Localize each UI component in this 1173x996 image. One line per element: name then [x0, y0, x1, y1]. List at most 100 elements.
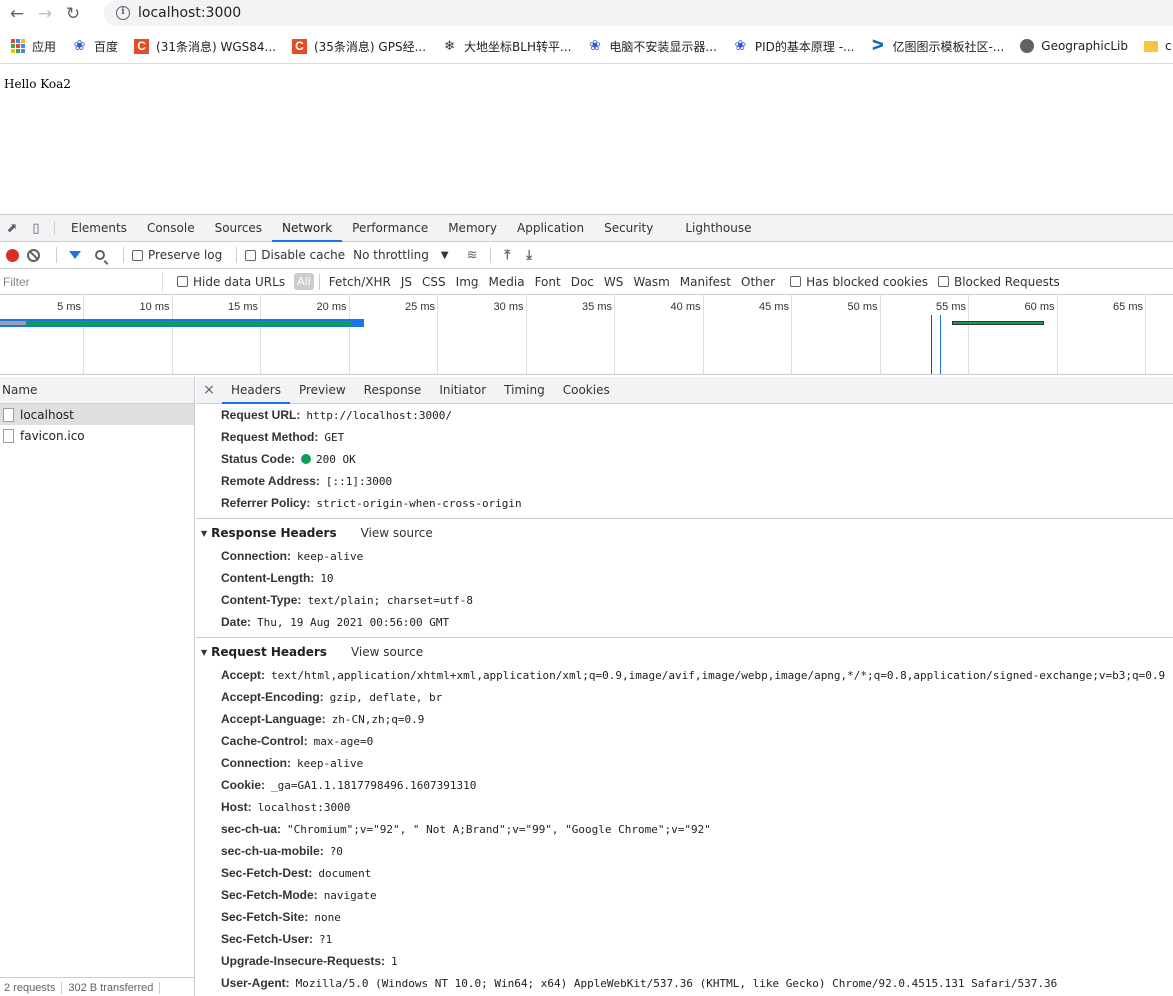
tab-memory[interactable]: Memory — [438, 215, 507, 241]
view-source-link[interactable]: View source — [361, 526, 433, 540]
triangle-down-icon: ▼ — [201, 528, 208, 538]
header-row: User-Agent: Mozilla/5.0 (Windows NT 10.0;… — [196, 972, 1173, 994]
type-filter-wasm[interactable]: Wasm — [629, 274, 673, 290]
baidu-paw-icon: ❀ — [73, 38, 86, 54]
timeline-tick-label: 45 ms — [759, 301, 789, 313]
csdn-c-icon: C — [134, 38, 150, 54]
tab-performance[interactable]: Performance — [342, 215, 438, 241]
tab-application[interactable]: Application — [507, 215, 594, 241]
device-toolbar-icon[interactable]: ▯ — [24, 215, 48, 241]
disable-cache-checkbox[interactable]: Disable cache — [243, 248, 345, 262]
tab-lighthouse[interactable]: Lighthouse — [675, 215, 761, 241]
throttling-select[interactable]: No throttling ▼ — [353, 248, 448, 262]
type-filter-other[interactable]: Other — [737, 274, 779, 290]
network-conditions-icon[interactable]: ≋ — [467, 248, 478, 263]
tab-elements[interactable]: Elements — [61, 215, 137, 241]
bookmark-baidu[interactable]: ❀ 百度 — [72, 38, 118, 55]
reload-icon[interactable]: ↻ — [62, 3, 84, 25]
site-info-icon[interactable]: i — [116, 6, 130, 20]
type-filter-ws[interactable]: WS — [600, 274, 627, 290]
blocked-requests-checkbox[interactable]: Blocked Requests — [936, 275, 1060, 289]
has-blocked-cookies-checkbox[interactable]: Has blocked cookies — [788, 275, 928, 289]
header-name: Connection: — [221, 549, 291, 563]
bookmark-apps[interactable]: 应用 — [10, 38, 56, 55]
tab-initiator[interactable]: Initiator — [430, 377, 495, 403]
bookmark-yitu[interactable]: ᐳ 亿图图示模板社区-... — [870, 38, 1005, 55]
response-header-rows: Connection: keep-alive Content-Length: 10 Co… — [196, 545, 1173, 633]
bookmark-pid[interactable]: ❀ PID的基本原理 -... — [733, 38, 855, 55]
document-icon — [3, 428, 14, 443]
type-filter-img[interactable]: Img — [452, 274, 483, 290]
toolbar-divider — [123, 247, 124, 263]
type-filter-font[interactable]: Font — [531, 274, 565, 290]
checkbox-box[interactable] — [937, 276, 949, 287]
close-icon[interactable]: × — [196, 377, 222, 403]
bookmark-csdn-gps[interactable]: C (35条消息) GPS经... — [291, 38, 426, 55]
header-row: Accept: text/html,application/xhtml+xml,a… — [196, 664, 1173, 686]
type-filter-manifest[interactable]: Manifest — [676, 274, 735, 290]
general-section: Request URL: http://localhost:3000/ Requ… — [196, 404, 1173, 519]
checkbox-box[interactable] — [790, 276, 802, 287]
type-filter-js[interactable]: JS — [397, 274, 416, 290]
export-har-icon[interactable]: ⤓ — [526, 248, 532, 263]
filter-input[interactable] — [0, 271, 163, 292]
apps-grid-icon — [10, 38, 25, 54]
bookmark-blh[interactable]: ❄ 大地坐标BLH转平... — [442, 38, 571, 55]
clear-icon[interactable] — [27, 248, 40, 262]
request-details: × Headers Preview Response Initiator Tim… — [196, 377, 1173, 996]
timeline-tick-label: 40 ms — [670, 301, 701, 313]
bookmark-monitor[interactable]: ❀ 电脑不安装显示器... — [587, 38, 717, 55]
request-row-favicon[interactable]: favicon.ico — [0, 425, 194, 446]
type-filter-css[interactable]: CSS — [418, 274, 450, 290]
type-filter-fetch-xhr[interactable]: Fetch/XHR — [325, 274, 395, 290]
checkbox-box[interactable] — [245, 249, 257, 261]
bookmark-csdn-wgs84[interactable]: C (31条消息) WGS84... — [134, 38, 276, 55]
column-header-name[interactable]: Name — [0, 377, 194, 404]
timeline-tick-label: 5 ms — [57, 301, 81, 313]
checkbox-box[interactable] — [132, 249, 143, 261]
tab-console[interactable]: Console — [137, 215, 205, 241]
network-overview-timeline[interactable]: 5 ms 10 ms 15 ms 20 ms 25 ms 30 ms 35 ms 40 ms 4… — [0, 295, 1173, 375]
tab-response[interactable]: Response — [355, 377, 431, 403]
tab-sources[interactable]: Sources — [205, 215, 272, 241]
back-arrow-icon[interactable]: ← — [6, 3, 28, 25]
request-headers-toggle[interactable]: ▼ Request Headers View source — [196, 640, 1173, 664]
type-filter-doc[interactable]: Doc — [567, 274, 598, 290]
type-filter-media[interactable]: Media — [485, 274, 529, 290]
header-row: Sec-Fetch-Site: none — [196, 906, 1173, 928]
import-har-icon[interactable]: ⤒ — [505, 248, 511, 263]
header-value: _ga=GA1.1.1817798496.1607391310 — [271, 778, 477, 792]
request-row-localhost[interactable]: localhost — [0, 404, 194, 425]
record-icon[interactable] — [6, 248, 19, 262]
tab-headers[interactable]: Headers — [222, 377, 290, 404]
bookmark-folder[interactable]: c — [1143, 39, 1172, 53]
type-filter-all[interactable]: All — [294, 273, 314, 290]
header-name: sec-ch-ua-mobile: — [221, 844, 324, 858]
header-value: ?0 — [329, 844, 343, 858]
timeline-tick-label: 50 ms — [847, 301, 878, 313]
tab-preview[interactable]: Preview — [290, 377, 355, 403]
tab-cookies[interactable]: Cookies — [554, 377, 619, 403]
inspect-element-icon[interactable]: ⬈ — [0, 215, 24, 241]
preserve-log-checkbox[interactable]: Preserve log — [130, 248, 222, 262]
header-row: Cookie: _ga=GA1.1.1817798496.1607391310 — [196, 774, 1173, 796]
search-icon[interactable] — [95, 250, 105, 260]
header-row: Request URL: http://localhost:3000/ — [221, 408, 453, 422]
view-source-link[interactable]: View source — [351, 645, 423, 659]
checkbox-box[interactable] — [177, 276, 188, 287]
header-row: Content-Length: 10 — [196, 567, 1173, 589]
hide-data-urls-checkbox[interactable]: Hide data URLs — [175, 275, 285, 289]
header-name: Sec-Fetch-Dest: — [221, 866, 313, 880]
address-bar[interactable]: i localhost:3000 — [104, 0, 1173, 26]
bookmark-geographiclib[interactable]: GeographicLib — [1020, 39, 1128, 53]
forward-arrow-icon[interactable]: → — [34, 3, 56, 25]
tab-timing[interactable]: Timing — [495, 377, 554, 403]
filter-icon[interactable] — [69, 251, 81, 259]
response-headers-toggle[interactable]: ▼ Response Headers View source — [196, 521, 1173, 545]
header-value: text/plain; charset=utf-8 — [307, 593, 474, 607]
devtools-tabbar: ⬈ ▯ Elements Console Sources Network Per… — [0, 215, 1173, 242]
tab-security[interactable]: Security — [594, 215, 663, 241]
header-value: max-age=0 — [313, 734, 374, 748]
header-value: zh-CN,zh;q=0.9 — [331, 712, 425, 726]
tab-network[interactable]: Network — [272, 215, 343, 242]
